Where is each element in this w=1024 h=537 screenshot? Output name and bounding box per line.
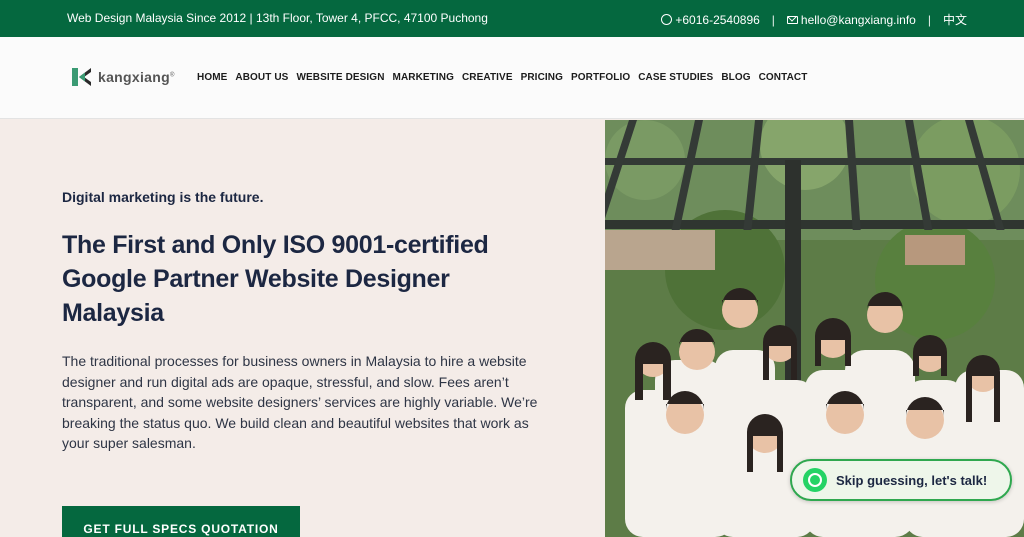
nav-item-portfolio[interactable]: PORTFOLIO — [571, 72, 630, 83]
kangxiang-logo-icon — [72, 68, 92, 86]
whatsapp-icon — [803, 468, 827, 492]
contact-links: +6016-2540896 | hello@kangxiang.info | 中… — [661, 11, 967, 28]
nav-item-home[interactable]: HOME — [197, 72, 227, 83]
mail-icon — [786, 15, 798, 24]
nav-item-about-us[interactable]: ABOUT US — [235, 72, 288, 83]
nav-item-blog[interactable]: BLOG — [721, 72, 750, 83]
top-info-bar: Web Design Malaysia Since 2012 | 13th Fl… — [0, 0, 1024, 37]
hero-tagline: Digital marketing is the future. — [62, 189, 264, 205]
hero-description: The traditional processes for business o… — [62, 353, 538, 451]
get-quotation-button[interactable]: GET FULL SPECS QUOTATION — [62, 506, 300, 537]
nav-item-case-studies[interactable]: CASE STUDIES — [638, 72, 713, 83]
nav-item-creative[interactable]: CREATIVE — [462, 72, 513, 83]
whatsapp-label: Skip guessing, let's talk! — [836, 472, 988, 488]
logo-wordmark: kangxiang® — [98, 69, 175, 85]
nav-item-website-design[interactable]: WEBSITE DESIGN — [296, 72, 384, 83]
site-logo[interactable]: kangxiang® — [72, 68, 175, 86]
email-link[interactable]: hello@kangxiang.info — [801, 13, 916, 27]
main-nav: HOME ABOUT US WEBSITE DESIGN MARKETING CREAT… — [197, 72, 807, 83]
whatsapp-phone-icon — [661, 14, 673, 25]
nav-item-pricing[interactable]: PRICING — [521, 72, 563, 83]
language-switch[interactable]: 中文 — [943, 11, 967, 28]
site-header: kangxiang® HOME ABOUT US WEBSITE DESIGN MAR… — [0, 37, 1024, 119]
whatsapp-chat-button[interactable]: Skip guessing, let's talk! — [790, 459, 1012, 501]
nav-item-contact[interactable]: CONTACT — [759, 72, 808, 83]
hero-headline: The First and Only ISO 9001-certified Go… — [62, 231, 489, 327]
phone-link[interactable]: +6016-2540896 — [675, 13, 759, 27]
company-address: Web Design Malaysia Since 2012 | 13th Fl… — [67, 11, 488, 25]
nav-item-marketing[interactable]: MARKETING — [393, 72, 454, 83]
divider: | — [927, 12, 931, 27]
divider: | — [771, 12, 775, 27]
